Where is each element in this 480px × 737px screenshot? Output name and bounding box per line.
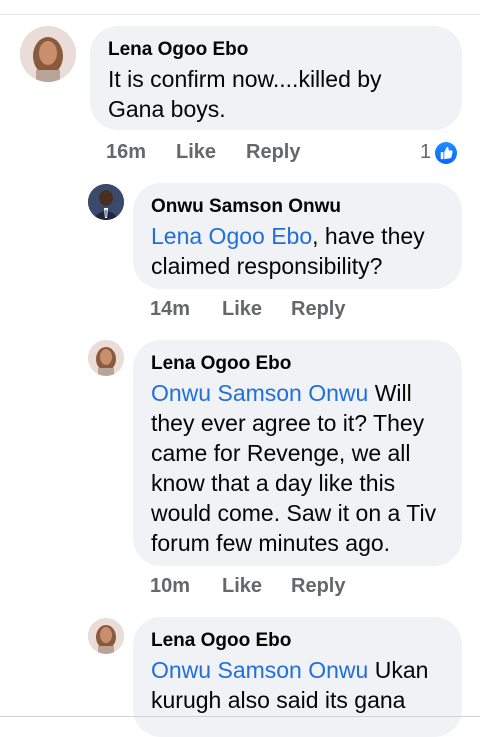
avatar-onwu[interactable] [88,184,124,220]
comment-text: It is confirm now....killed by Gana boys… [108,66,382,122]
mention-link[interactable]: Onwu Samson Onwu [151,657,368,683]
mention-link[interactable]: Lena Ogoo Ebo [151,223,312,249]
like-button[interactable]: Like [222,575,291,598]
reaction-summary[interactable]: 1 [420,141,458,164]
reply-button[interactable]: Reply [291,575,345,598]
reply-button[interactable]: Reply [246,141,300,164]
comment-author[interactable]: Lena Ogoo Ebo [151,629,444,653]
mention-link[interactable]: Onwu Samson Onwu [151,380,368,406]
woman-avatar-icon [20,26,76,82]
reaction-count: 1 [420,141,432,163]
divider [0,716,480,717]
comment-bubble: Lena Ogoo Ebo It is confirm now....kille… [90,26,462,130]
woman-avatar-icon [88,618,124,654]
avatar-lena[interactable] [88,340,124,376]
reply-bubble: Lena Ogoo Ebo Onwu Samson Onwu Ukan kuru… [133,617,462,737]
divider [0,14,480,15]
comment-author[interactable]: Lena Ogoo Ebo [151,352,444,376]
comment-time[interactable]: 10m [150,575,222,598]
thumbs-up-icon [435,141,458,164]
like-button[interactable]: Like [222,298,291,321]
reply-button[interactable]: Reply [291,298,345,321]
comment-time[interactable]: 16m [106,141,176,164]
comment-author[interactable]: Onwu Samson Onwu [151,195,444,219]
comment-actions: 14m Like Reply [150,298,345,321]
comment-text: Lena Ogoo Ebo, have they claimed respons… [151,221,444,281]
woman-avatar-icon [88,340,124,376]
comment-time[interactable]: 14m [150,298,222,321]
like-button[interactable]: Like [176,141,246,164]
comment-text: Onwu Samson Onwu Will they ever agree to… [151,378,444,558]
reply-bubble: Lena Ogoo Ebo Onwu Samson Onwu Will they… [133,340,462,566]
avatar-lena[interactable] [20,26,76,82]
comment-text: Onwu Samson Onwu Ukan kurugh also said i… [151,655,444,715]
comment-actions: 10m Like Reply [150,575,345,598]
avatar-lena[interactable] [88,618,124,654]
comment-body: Will they ever agree to it? They came fo… [151,380,437,556]
reply-bubble: Onwu Samson Onwu Lena Ogoo Ebo, have the… [133,183,462,289]
comment-author[interactable]: Lena Ogoo Ebo [108,38,444,62]
comment-actions: 16m Like Reply [106,141,300,164]
man-avatar-icon [88,184,124,220]
